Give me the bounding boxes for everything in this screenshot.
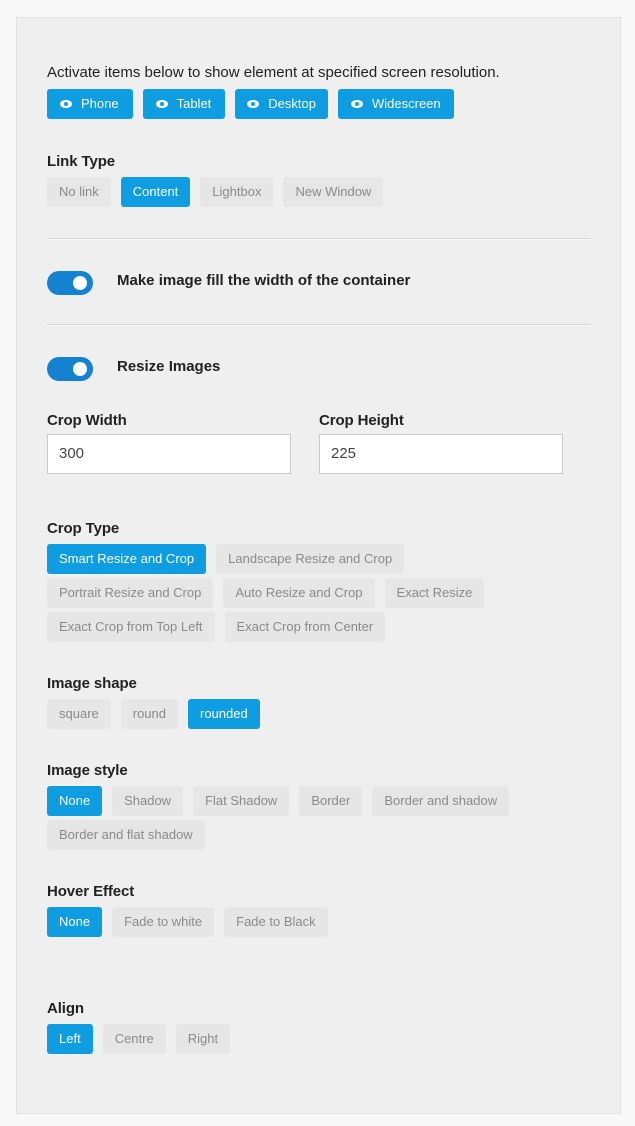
image-shape-square[interactable]: square <box>47 699 111 729</box>
device-tablet-button[interactable]: Tablet <box>142 89 226 119</box>
crop-type-exact-resize[interactable]: Exact Resize <box>384 578 485 608</box>
hover-effect-fade-black[interactable]: Fade to Black <box>224 907 328 937</box>
device-widescreen-button[interactable]: Widescreen <box>338 89 454 119</box>
crop-width-input[interactable]: 300 <box>47 434 291 474</box>
settings-panel: Activate items below to show element at … <box>16 17 621 1114</box>
image-style-border-shadow[interactable]: Border and shadow <box>372 786 510 816</box>
crop-type-smart[interactable]: Smart Resize and Crop <box>47 544 207 574</box>
link-type-new-window[interactable]: New Window <box>283 177 384 207</box>
device-desktop-button[interactable]: Desktop <box>235 89 328 119</box>
fill-width-label: Make image fill the width of the contain… <box>117 272 411 289</box>
device-widescreen-label: Widescreen <box>372 96 441 111</box>
crop-type-exact-top-left[interactable]: Exact Crop from Top Left <box>47 612 215 642</box>
resize-images-toggle[interactable] <box>47 357 93 381</box>
image-style-border[interactable]: Border <box>299 786 363 816</box>
crop-type-auto[interactable]: Auto Resize and Crop <box>223 578 375 608</box>
crop-type-group: Smart Resize and Crop Landscape Resize a… <box>47 544 517 642</box>
toggle-knob <box>73 276 87 290</box>
image-shape-label: Image shape <box>47 675 137 692</box>
align-group: Left Centre Right <box>47 1024 231 1054</box>
device-tablet-label: Tablet <box>176 96 212 111</box>
image-style-flat-shadow[interactable]: Flat Shadow <box>193 786 290 816</box>
crop-type-exact-center[interactable]: Exact Crop from Center <box>224 612 386 642</box>
image-shape-round[interactable]: round <box>120 699 178 729</box>
resize-images-label: Resize Images <box>117 358 221 375</box>
image-style-group: None Shadow Flat Shadow Border Border an… <box>47 786 537 850</box>
eye-icon <box>155 100 168 108</box>
align-right[interactable]: Right <box>175 1024 231 1054</box>
crop-height-label: Crop Height <box>319 412 404 429</box>
crop-height-input[interactable]: 225 <box>319 434 563 474</box>
image-style-shadow[interactable]: Shadow <box>112 786 184 816</box>
divider <box>47 238 591 240</box>
link-type-no-link[interactable]: No link <box>47 177 111 207</box>
crop-type-landscape[interactable]: Landscape Resize and Crop <box>216 544 405 574</box>
divider <box>47 324 591 326</box>
image-style-label: Image style <box>47 762 128 779</box>
crop-type-label: Crop Type <box>47 520 120 537</box>
toggle-knob <box>73 362 87 376</box>
device-phone-button[interactable]: Phone <box>47 89 133 119</box>
link-type-label: Link Type <box>47 153 115 170</box>
hover-effect-fade-white[interactable]: Fade to white <box>112 907 215 937</box>
eye-icon <box>60 100 72 108</box>
hover-effect-none[interactable]: None <box>47 907 103 937</box>
align-label: Align <box>47 1000 84 1017</box>
align-centre[interactable]: Centre <box>102 1024 166 1054</box>
device-desktop-label: Desktop <box>268 96 316 111</box>
device-visibility-group: Phone Tablet Desktop Widescreen <box>47 89 454 119</box>
image-style-border-flat-shadow[interactable]: Border and flat shadow <box>47 820 205 850</box>
image-shape-rounded[interactable]: rounded <box>188 699 260 729</box>
hover-effect-group: None Fade to white Fade to Black <box>47 907 328 937</box>
align-left[interactable]: Left <box>47 1024 93 1054</box>
visibility-intro: Activate items below to show element at … <box>47 64 500 81</box>
eye-icon <box>247 100 260 108</box>
device-phone-label: Phone <box>81 96 119 111</box>
fill-width-toggle[interactable] <box>47 271 93 295</box>
eye-icon <box>351 100 363 108</box>
crop-type-portrait[interactable]: Portrait Resize and Crop <box>47 578 214 608</box>
link-type-content[interactable]: Content <box>120 177 191 207</box>
image-style-none[interactable]: None <box>47 786 103 816</box>
link-type-lightbox[interactable]: Lightbox <box>200 177 274 207</box>
link-type-group: No link Content Lightbox New Window <box>47 177 384 207</box>
image-shape-group: square round rounded <box>47 699 260 729</box>
hover-effect-label: Hover Effect <box>47 883 135 900</box>
crop-width-label: Crop Width <box>47 412 127 429</box>
